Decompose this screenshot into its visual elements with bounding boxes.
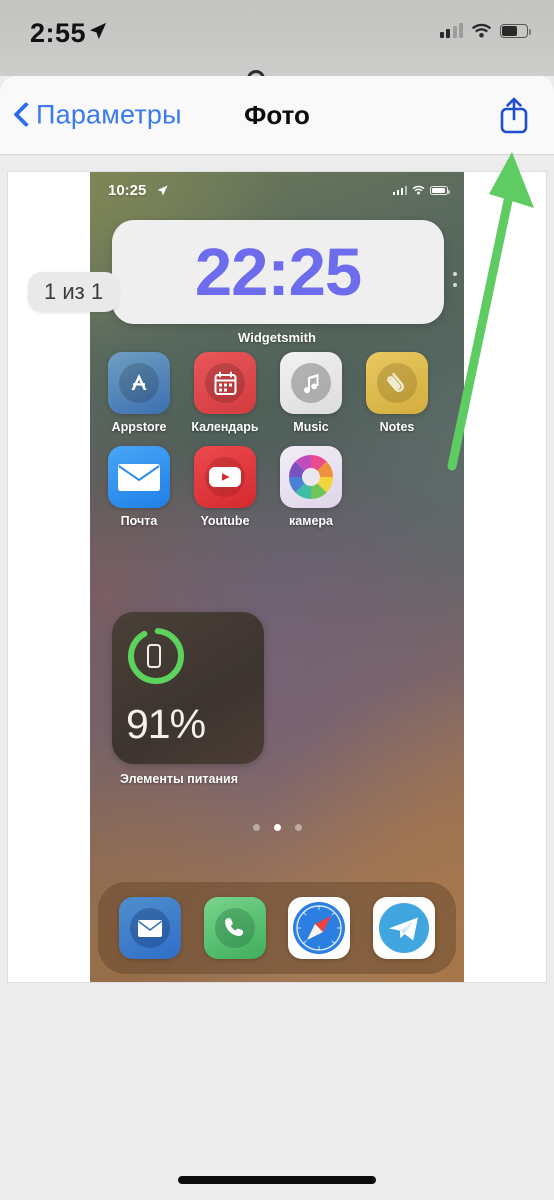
share-button[interactable] [497, 95, 531, 135]
wifi-icon [471, 23, 492, 38]
cellular-signal-icon [439, 23, 463, 38]
app-grid: Appstore Календарь Music Notes Почта You… [90, 352, 464, 540]
battery-icon [500, 24, 531, 38]
widget-clock-time: 22:25 [194, 234, 362, 310]
dock-telegram-icon[interactable] [372, 897, 435, 959]
app-appstore[interactable]: Appstore [108, 352, 170, 434]
mail-envelope-icon [108, 446, 170, 508]
app-row-1: Appstore Календарь Music Notes [108, 352, 446, 434]
share-icon [500, 97, 528, 134]
app-mail[interactable]: Почта [108, 446, 170, 528]
status-bar-indicators [439, 23, 531, 38]
app-label: Notes [379, 420, 415, 434]
photo-image[interactable]: 10:25 22:25 Widgetsmith Appstore Календа… [90, 172, 464, 982]
app-label: камера [289, 514, 333, 528]
app-label: Music [293, 420, 329, 434]
dock-safari-icon[interactable] [288, 897, 351, 959]
color-wheel-icon [280, 446, 342, 508]
battery-widget[interactable]: 91% [112, 612, 264, 764]
app-label: Почта [120, 514, 158, 528]
app-youtube[interactable]: Youtube [194, 446, 256, 528]
home-screen-dock [98, 882, 456, 974]
wifi-icon [412, 185, 425, 195]
battery-percent: 91% [126, 701, 206, 747]
home-indicator [178, 1176, 376, 1184]
photo-counter-badge: 1 из 1 [28, 272, 120, 312]
cellular-signal-icon [392, 186, 407, 195]
paperclip-icon [366, 352, 428, 414]
home-screen-page-dots[interactable] [90, 824, 464, 831]
phone-device-icon [147, 644, 161, 668]
page-title: Фото [244, 99, 310, 130]
location-arrow-icon [157, 185, 168, 196]
dock-phone-icon[interactable] [203, 897, 266, 959]
app-row-2: Почта Youtube камера [108, 446, 446, 528]
navigation-bar: Параметры Фото [0, 76, 554, 155]
page-dot[interactable] [252, 824, 260, 831]
app-label: Appstore [111, 420, 167, 434]
photo-detail-sheet: Параметры Фото 10:25 22:25 Widgetsmith A… [0, 76, 554, 1200]
device-status-bar: 2:55 [0, 0, 554, 76]
page-dot[interactable] [294, 824, 302, 831]
widget-page-dots [453, 272, 457, 287]
widgetsmith-clock-widget[interactable]: 22:25 [112, 220, 444, 324]
status-bar-time: 2:55 [30, 18, 87, 48]
battery-widget-label: Элементы питания [120, 772, 238, 786]
app-music[interactable]: Music [280, 352, 342, 434]
screenshot-status-bar-time: 10:25 [108, 182, 147, 199]
widget-clock-label: Widgetsmith [238, 330, 316, 345]
app-notes[interactable]: Notes [366, 352, 428, 434]
page-dot-active[interactable] [273, 824, 281, 831]
app-label: Youtube [200, 514, 250, 528]
screenshot-status-indicators [392, 185, 450, 195]
music-note-icon [280, 352, 342, 414]
app-camera[interactable]: камера [280, 446, 342, 528]
app-calendar[interactable]: Календарь [191, 352, 259, 434]
location-arrow-icon [89, 22, 107, 40]
appstore-icon [108, 352, 170, 414]
calendar-icon [194, 352, 256, 414]
app-label: Календарь [191, 420, 259, 434]
battery-icon [430, 186, 450, 195]
youtube-play-icon [194, 446, 256, 508]
dock-mail-icon[interactable] [119, 897, 182, 959]
